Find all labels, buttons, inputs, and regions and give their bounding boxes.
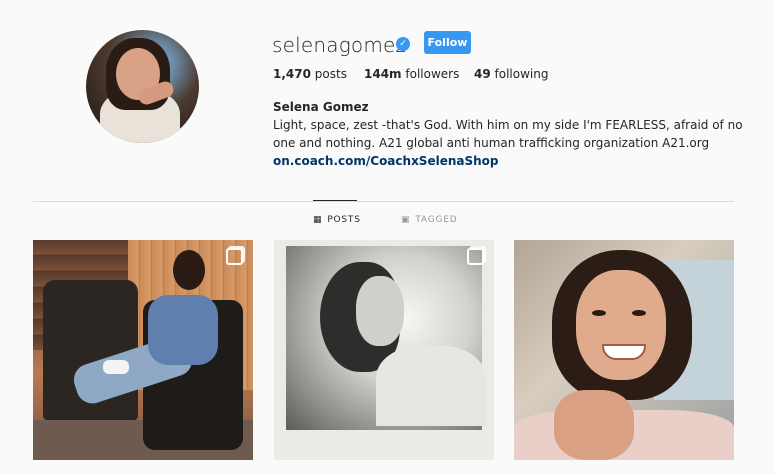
tab-posts-label: POSTS [327, 215, 361, 225]
following-link[interactable]: 49 following [474, 67, 548, 81]
tab-posts[interactable]: ▦ POSTS [313, 215, 361, 225]
followers-count: 144m [364, 67, 402, 81]
follow-button[interactable]: Follow [424, 31, 471, 54]
tagged-icon: ▣ [401, 215, 411, 225]
profile-username: selenagomez [272, 33, 407, 57]
profile-website-link[interactable]: on.coach.com/CoachxSelenaShop [273, 154, 499, 168]
post3-eye-left [592, 310, 606, 316]
post1-shoe [103, 360, 129, 374]
profile-full-name: Selena Gomez [273, 100, 369, 114]
post2-shoulder [376, 346, 486, 426]
post-thumbnail-3[interactable] [514, 240, 734, 460]
post3-smile [602, 344, 646, 360]
tab-tagged[interactable]: ▣ TAGGED [401, 215, 457, 225]
verified-badge-icon: ✓ [396, 37, 410, 51]
following-label: following [494, 67, 549, 81]
post3-face [576, 270, 666, 380]
following-count: 49 [474, 67, 491, 81]
posts-stat: 1,470 posts [273, 67, 347, 81]
profile-bio: Selena Gomez Light, space, zest -that's … [273, 98, 743, 170]
active-tab-indicator [313, 200, 357, 201]
followers-label: followers [405, 67, 460, 81]
multiple-photos-icon [467, 248, 484, 265]
profile-avatar[interactable] [86, 30, 199, 143]
post-thumbnail-1[interactable] [33, 240, 253, 460]
tabs-divider [33, 201, 734, 202]
post2-photo [286, 246, 486, 430]
post3-hand [554, 390, 634, 460]
multiple-photos-icon [226, 248, 243, 265]
posts-count: 1,470 [273, 67, 311, 81]
post1-head [173, 250, 205, 290]
post3-eye-right [632, 310, 646, 316]
post1-jacket [148, 295, 218, 365]
grid-icon: ▦ [313, 215, 323, 225]
bio-text: Light, space, zest -that's God. With him… [273, 118, 743, 150]
tab-tagged-label: TAGGED [415, 215, 458, 225]
posts-label: posts [314, 67, 347, 81]
post-thumbnail-2[interactable] [274, 240, 494, 460]
followers-link[interactable]: 144m followers [364, 67, 459, 81]
post2-face [356, 276, 404, 346]
